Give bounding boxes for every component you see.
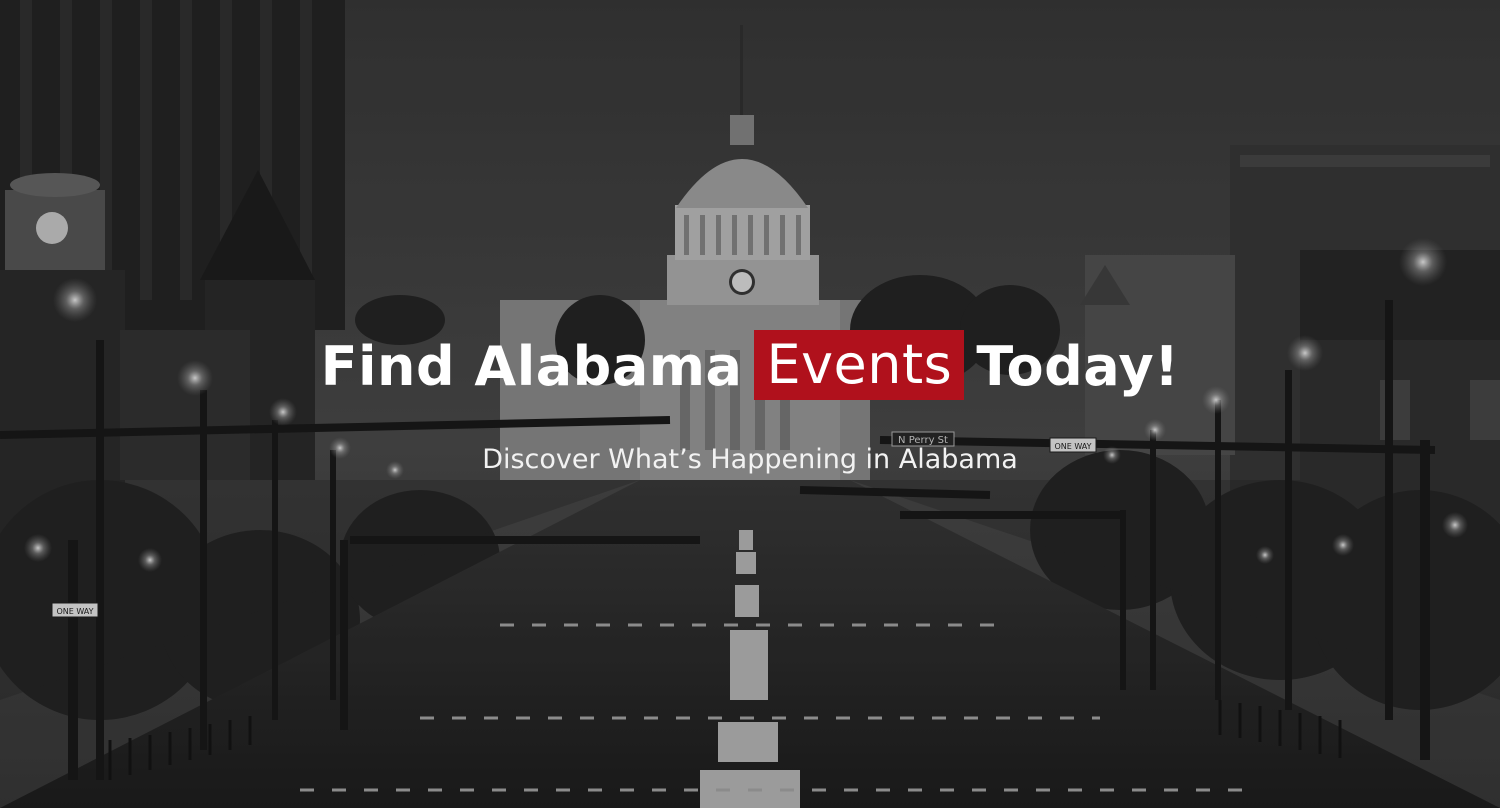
hero-title: Find Alabama Events Today!: [0, 330, 1500, 404]
hero-title-end: Today!: [976, 335, 1180, 398]
hero-subtitle: Discover What’s Happening in Alabama: [482, 444, 1018, 475]
hero-title-start: Find Alabama: [320, 335, 743, 398]
hero-banner: N Perry St ONE WAY ONE WAY Find Alabama E…: [0, 0, 1500, 808]
hero-title-highlight: Events: [754, 330, 965, 400]
dark-overlay: [0, 0, 1500, 808]
